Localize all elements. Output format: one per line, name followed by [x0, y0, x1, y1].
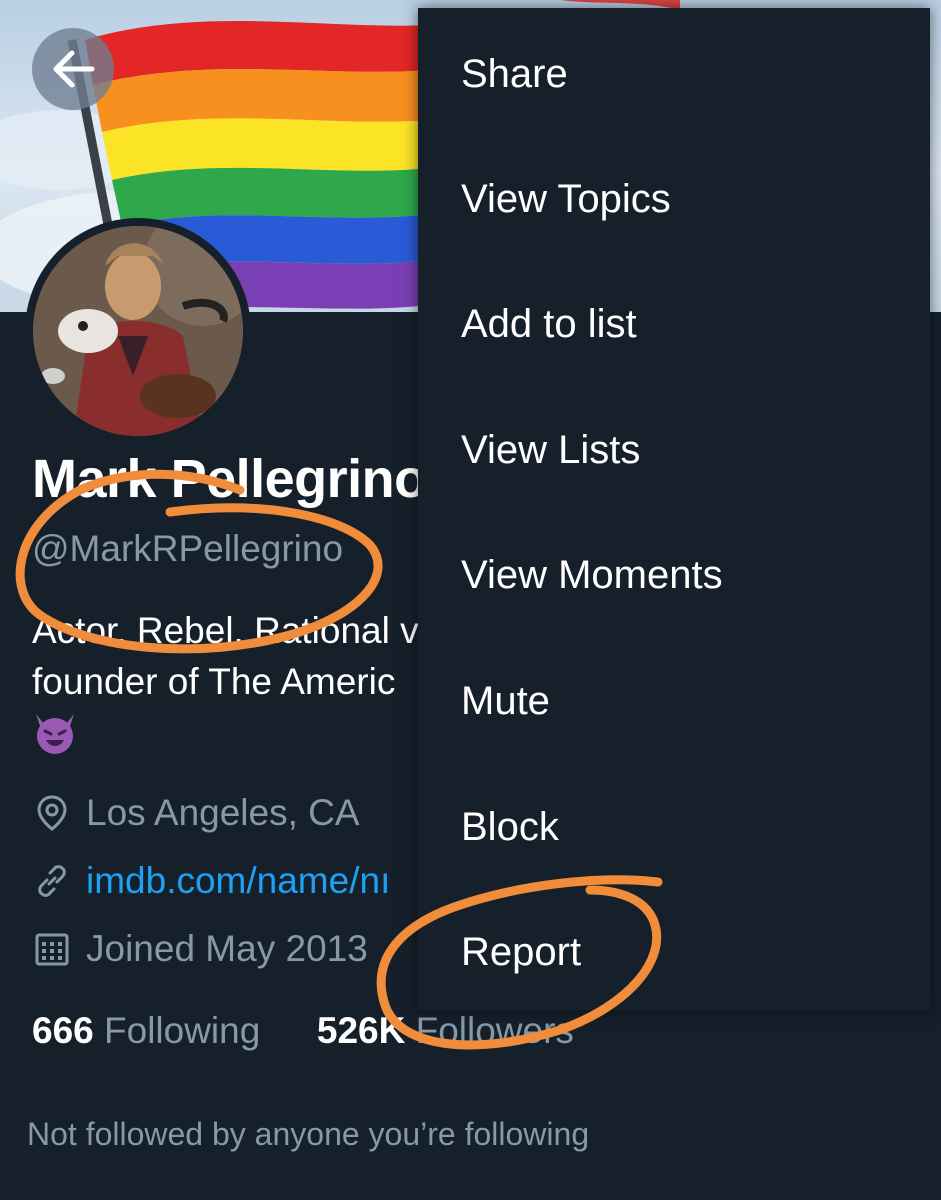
profile-joined: Joined May 2013 [32, 928, 368, 970]
website-link[interactable]: imdb.com/name/nı [86, 860, 390, 902]
profile-bio: Actor. Rebel. Rational v founder of The … [32, 605, 419, 707]
not-followed-notice: Not followed by anyone you’re following [27, 1116, 590, 1152]
link-icon [38, 865, 66, 897]
arrow-left-icon [53, 50, 95, 88]
bio-line: founder of The Americ [32, 661, 396, 702]
follow-counts: 666 Following 526K Followers [32, 1010, 574, 1052]
smiling-devil-emoji [36, 714, 74, 754]
profile-name: Mark Pellegrino [32, 449, 427, 509]
followers-link[interactable]: 526K Followers [317, 1010, 574, 1051]
following-link[interactable]: 666 Following [32, 1010, 271, 1051]
menu-item-mute[interactable]: Mute [461, 679, 550, 724]
following-label: Following [104, 1010, 261, 1051]
avatar[interactable] [25, 218, 251, 444]
menu-item-view-lists[interactable]: View Lists [461, 428, 640, 473]
overflow-menu: Share View Topics Add to list View Lists… [418, 8, 930, 1010]
calendar-icon [35, 933, 69, 966]
menu-item-report[interactable]: Report [461, 930, 581, 975]
joined-text: Joined May 2013 [86, 928, 368, 969]
menu-item-block[interactable]: Block [461, 805, 559, 850]
menu-item-add-to-list[interactable]: Add to list [461, 302, 637, 347]
avatar-illustration [33, 226, 243, 436]
profile-website[interactable]: imdb.com/name/nı [32, 860, 390, 902]
bio-line: Actor. Rebel. Rational v [32, 610, 419, 651]
menu-item-view-moments[interactable]: View Moments [461, 553, 723, 598]
menu-item-share[interactable]: Share [461, 52, 568, 97]
location-text: Los Angeles, CA [86, 792, 360, 833]
profile-location: Los Angeles, CA [32, 792, 360, 834]
back-button[interactable] [32, 28, 114, 110]
profile-handle: @MarkRPellegrino [32, 528, 344, 569]
followers-count: 526K [316, 1010, 406, 1051]
menu-item-view-topics[interactable]: View Topics [461, 177, 671, 222]
followers-label: Followers [415, 1010, 574, 1051]
following-count: 666 [32, 1010, 94, 1051]
location-pin-icon [37, 795, 67, 831]
